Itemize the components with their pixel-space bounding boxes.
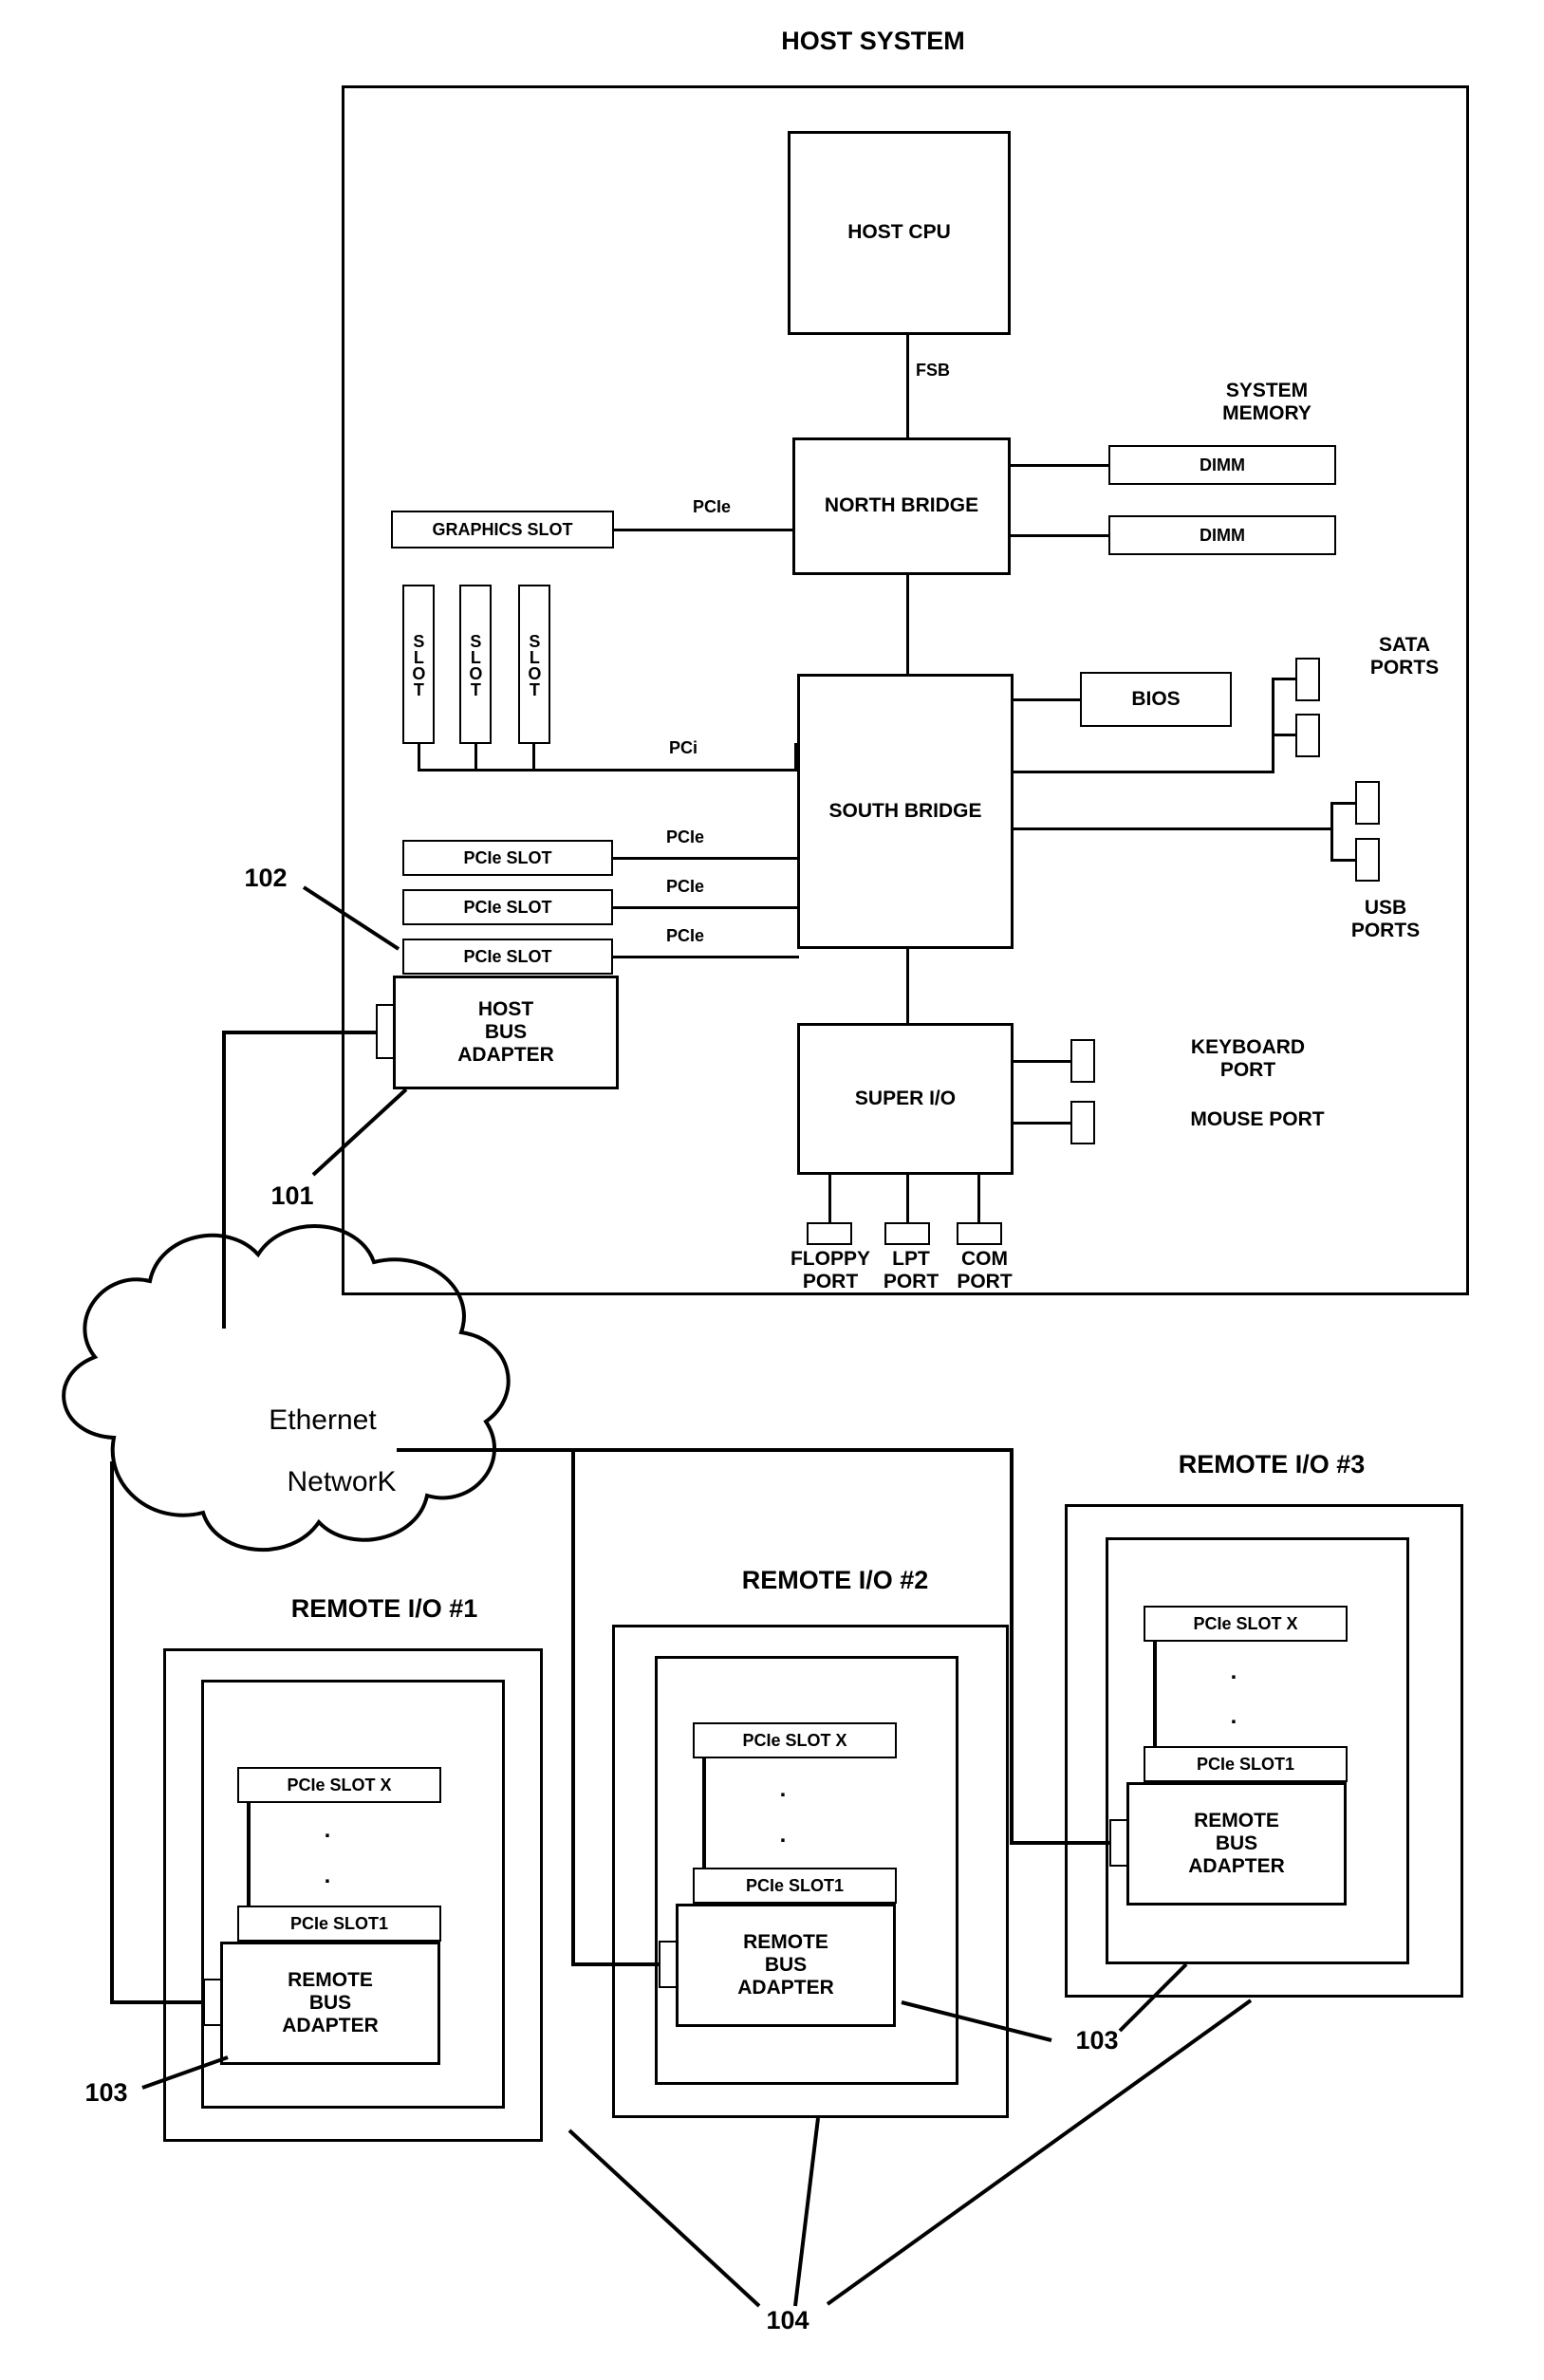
keyboard-port-box — [1070, 1039, 1095, 1083]
nb-dimm2-line — [1011, 534, 1108, 537]
fsb-label: FSB — [916, 361, 950, 380]
sata-ports-label: SATA PORTS — [1369, 634, 1440, 679]
diagram-title: HOST SYSTEM — [781, 27, 965, 55]
graphics-pcie-label: PCIe — [692, 497, 732, 516]
callout-103-mid: 103 — [1075, 2026, 1119, 2055]
graphics-slot-box: GRAPHICS SLOT — [391, 511, 614, 549]
pcie-slot-1-label: PCIe — [665, 827, 705, 846]
pcie-slot-3-line — [613, 956, 799, 958]
pci-label: PCi — [668, 738, 698, 757]
pci-slot-3-stub — [532, 744, 535, 772]
sata-port-2-box — [1295, 714, 1320, 757]
keyboard-port-label: KEYBOARD PORT — [1190, 1036, 1306, 1082]
floppy-port-box — [807, 1222, 852, 1245]
nb-dimm1-line — [1011, 464, 1108, 467]
remote-io-1-title: REMOTE I/O #1 — [290, 1594, 478, 1623]
remote-io-1-dots-1: . — [324, 1817, 331, 1843]
mouse-port-box — [1070, 1101, 1095, 1144]
com-port-label: COM PORT — [957, 1248, 1013, 1293]
remote-io-2-dots-2: . — [779, 1822, 787, 1848]
usb-port-1-lead — [1330, 802, 1355, 805]
usb-ports-label: USB PORTS — [1350, 897, 1421, 942]
super-io-box: SUPER I/O — [797, 1023, 1014, 1175]
pcie-slot-3-label: PCIe — [665, 926, 705, 945]
graphics-pcie-line — [614, 529, 792, 531]
remote-io-1-slot-1: PCIe SLOT1 — [237, 1906, 441, 1942]
sata-port-2-lead — [1272, 734, 1295, 736]
remote-io-3-title: REMOTE I/O #3 — [1178, 1450, 1366, 1478]
sb-bios-line — [1014, 698, 1080, 701]
pcie-slot-2-box: PCIe SLOT — [402, 889, 613, 925]
remote-io-1-adapter: REMOTE BUS ADAPTER — [220, 1942, 440, 2065]
floppy-port-line — [828, 1175, 831, 1224]
pcie-slot-1-box: PCIe SLOT — [402, 840, 613, 876]
pci-slot-2-stub — [474, 744, 477, 772]
remote-io-2-adapter-connector — [659, 1941, 678, 1988]
host-bus-adapter-connector — [376, 1004, 395, 1059]
fsb-line — [906, 335, 909, 437]
remote-io-1-adapter-connector — [203, 1979, 222, 2026]
sb-superio-line — [906, 949, 909, 1023]
usb-port-1-box — [1355, 781, 1380, 825]
pcie-slot-1-line — [613, 857, 799, 860]
remote-io-1-slot-x: PCIe SLOT X — [237, 1767, 441, 1803]
com-port-line — [977, 1175, 980, 1224]
pcie-slot-3-box: PCIe SLOT — [402, 939, 613, 975]
callout-101: 101 — [270, 1181, 314, 1210]
remote-io-3-slot-1: PCIe SLOT1 — [1144, 1746, 1348, 1782]
pcie-slot-2-label: PCIe — [665, 877, 705, 896]
com-port-box — [957, 1222, 1002, 1245]
superio-keyboard-line — [1014, 1060, 1070, 1063]
bios-box: BIOS — [1080, 672, 1232, 727]
pci-slot-1-box: SLOT — [402, 585, 435, 744]
lpt-port-label: LPT PORT — [883, 1248, 939, 1293]
sata-bus-drop — [1272, 734, 1274, 773]
cloud-label-line1: Ethernet — [269, 1404, 377, 1436]
usb-port-2-lead — [1330, 859, 1355, 862]
dimm-2-box: DIMM — [1108, 515, 1336, 555]
remote-io-2-dots-1: . — [779, 1776, 787, 1802]
callout-104: 104 — [766, 2306, 809, 2334]
remote-io-2-slot-x: PCIe SLOT X — [693, 1722, 897, 1758]
block-diagram: HOST SYSTEM HOST CPU FSB NORTH BRIDGE SY… — [0, 0, 1544, 2380]
sb-sata-line — [1014, 771, 1274, 773]
callout-103-left: 103 — [84, 2078, 128, 2107]
dimm-1-box: DIMM — [1108, 445, 1336, 485]
remote-io-2-slot-1: PCIe SLOT1 — [693, 1868, 897, 1904]
remote-io-3-dots-2: . — [1230, 1703, 1237, 1729]
pci-slot-1-stub — [418, 744, 420, 772]
pcie-slot-2-line — [613, 906, 799, 909]
remote-io-1-dots-2: . — [324, 1863, 331, 1888]
lpt-port-box — [884, 1222, 930, 1245]
sata-port-1-lead — [1272, 678, 1295, 680]
remote-io-2-adapter: REMOTE BUS ADAPTER — [676, 1904, 896, 2027]
callout-102: 102 — [244, 864, 288, 892]
sata-bus-riser — [1272, 678, 1274, 736]
south-bridge-box: SOUTH BRIDGE — [797, 674, 1014, 949]
remote-io-3-slot-x: PCIe SLOT X — [1144, 1606, 1348, 1642]
host-bus-adapter-box: HOST BUS ADAPTER — [393, 976, 619, 1089]
remote-io-2-title: REMOTE I/O #2 — [741, 1566, 929, 1594]
remote-io-3-adapter: REMOTE BUS ADAPTER — [1126, 1782, 1347, 1906]
pci-slot-3-box: SLOT — [518, 585, 550, 744]
sb-usb-line — [1014, 827, 1333, 830]
superio-mouse-line — [1014, 1122, 1070, 1125]
cloud-label-line2: NetworK — [287, 1466, 397, 1497]
usb-bus-riser — [1330, 802, 1333, 861]
sata-port-1-box — [1295, 658, 1320, 701]
northbridge-southbridge-line — [906, 575, 909, 674]
mouse-port-label: MOUSE PORT — [1190, 1108, 1325, 1130]
north-bridge-box: NORTH BRIDGE — [792, 437, 1011, 575]
remote-io-3-dots-1: . — [1230, 1659, 1237, 1684]
pci-slot-2-box: SLOT — [459, 585, 492, 744]
remote-io-3-adapter-connector — [1109, 1819, 1128, 1867]
usb-port-2-box — [1355, 838, 1380, 882]
system-memory-label: SYSTEM MEMORY — [1222, 380, 1311, 425]
host-cpu-box: HOST CPU — [788, 131, 1011, 335]
pci-bus-line — [418, 769, 797, 772]
lpt-port-line — [906, 1175, 909, 1224]
